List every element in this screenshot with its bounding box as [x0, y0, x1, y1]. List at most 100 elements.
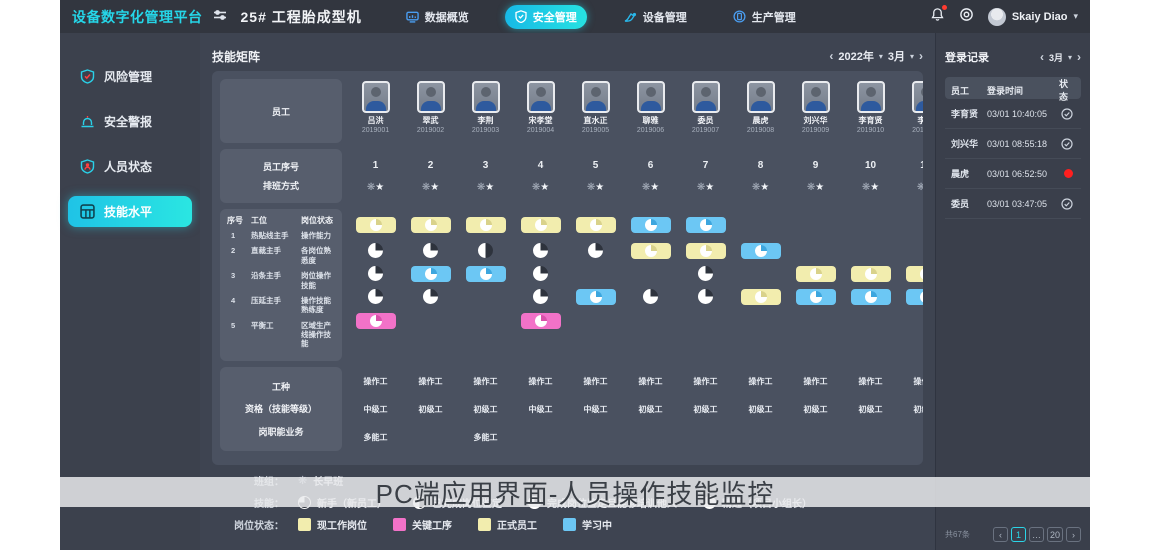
notification-bell-icon[interactable]	[930, 7, 945, 27]
matrix-cell[interactable]	[631, 217, 671, 233]
status-badge-yellow[interactable]	[576, 217, 616, 233]
matrix-cell[interactable]	[521, 217, 561, 233]
matrix-cell[interactable]	[576, 217, 616, 233]
next-month-arrow[interactable]: ›	[919, 49, 923, 63]
status-badge-pink[interactable]	[356, 313, 396, 329]
employee-avatar[interactable]	[527, 81, 555, 113]
skill-pie-icon[interactable]	[698, 266, 713, 281]
skill-pie-icon[interactable]	[533, 289, 548, 304]
skill-pie-icon[interactable]	[533, 266, 548, 281]
skill-pie-icon[interactable]	[368, 243, 383, 258]
status-badge-yellow[interactable]	[631, 243, 671, 259]
status-badge-blue[interactable]	[466, 266, 506, 282]
matrix-cell[interactable]	[356, 217, 396, 233]
matrix-cell[interactable]	[533, 289, 548, 304]
matrix-cell[interactable]	[698, 289, 713, 304]
matrix-cell[interactable]	[533, 266, 548, 281]
matrix-cell[interactable]	[356, 313, 396, 329]
page-button[interactable]: 1	[1011, 527, 1026, 542]
month-select[interactable]: 3月	[888, 48, 905, 64]
matrix-cell[interactable]	[906, 289, 924, 305]
status-badge-blue[interactable]	[411, 266, 451, 282]
nav-item-4[interactable]: 生产管理	[723, 5, 806, 29]
login-record-row[interactable]: 刘兴华03/01 08:55:18	[945, 129, 1081, 159]
status-badge-pink[interactable]	[521, 313, 561, 329]
matrix-cell[interactable]	[686, 217, 726, 233]
year-select[interactable]: 2022年	[838, 48, 873, 64]
matrix-cell[interactable]	[411, 266, 451, 282]
matrix-cell[interactable]	[643, 289, 658, 304]
sidebar-item-3[interactable]: 人员状态	[68, 151, 192, 182]
login-record-row[interactable]: 晨虎03/01 06:52:50	[945, 159, 1081, 189]
skill-pie-icon[interactable]	[643, 289, 658, 304]
employee-avatar[interactable]	[582, 81, 610, 113]
status-badge-yellow[interactable]	[411, 217, 451, 233]
nav-item-2[interactable]: 安全管理	[505, 5, 587, 29]
matrix-cell[interactable]	[906, 266, 924, 282]
month-select[interactable]: 3月	[1049, 51, 1063, 64]
skill-pie-icon[interactable]	[423, 243, 438, 258]
employee-avatar[interactable]	[362, 81, 390, 113]
matrix-cell[interactable]	[521, 313, 561, 329]
matrix-cell[interactable]	[411, 217, 451, 233]
status-badge-blue[interactable]	[686, 217, 726, 233]
employee-avatar[interactable]	[857, 81, 885, 113]
skill-pie-icon[interactable]	[368, 266, 383, 281]
login-record-row[interactable]: 委员03/01 03:47:05	[945, 189, 1081, 219]
status-badge-yellow[interactable]	[356, 217, 396, 233]
settings-gear-icon[interactable]	[959, 7, 974, 27]
matrix-cell[interactable]	[631, 243, 671, 259]
matrix-cell[interactable]	[686, 243, 726, 259]
prev-month-arrow[interactable]: ‹	[829, 49, 833, 63]
skill-pie-icon[interactable]	[533, 243, 548, 258]
status-badge-yellow[interactable]	[521, 217, 561, 233]
status-badge-blue[interactable]	[851, 289, 891, 305]
matrix-cell[interactable]	[478, 243, 493, 258]
nav-item-3[interactable]: 设备管理	[613, 5, 697, 29]
sidebar-item-1[interactable]: 风险管理	[68, 61, 192, 92]
sidebar-item-4[interactable]: 技能水平	[68, 196, 192, 227]
employee-avatar[interactable]	[417, 81, 445, 113]
status-badge-yellow[interactable]	[741, 289, 781, 305]
status-badge-blue[interactable]	[576, 289, 616, 305]
employee-avatar[interactable]	[912, 81, 924, 113]
matrix-cell[interactable]	[741, 289, 781, 305]
login-record-row[interactable]: 李育贤03/01 10:40:05	[945, 99, 1081, 129]
matrix-cell[interactable]	[466, 266, 506, 282]
page-button[interactable]: ‹	[993, 527, 1008, 542]
matrix-cell[interactable]	[741, 243, 781, 259]
status-badge-yellow[interactable]	[466, 217, 506, 233]
skill-pie-icon[interactable]	[368, 289, 383, 304]
skill-pie-icon[interactable]	[698, 289, 713, 304]
matrix-cell[interactable]	[698, 266, 713, 281]
matrix-cell[interactable]	[533, 243, 548, 258]
nav-item-1[interactable]: 数据概览	[396, 5, 479, 29]
skill-pie-icon[interactable]	[588, 243, 603, 258]
matrix-cell[interactable]	[423, 289, 438, 304]
matrix-cell[interactable]	[466, 217, 506, 233]
status-badge-blue[interactable]	[741, 243, 781, 259]
matrix-cell[interactable]	[576, 289, 616, 305]
collapse-menu-icon[interactable]	[213, 8, 227, 26]
status-badge-yellow[interactable]	[906, 266, 924, 282]
matrix-cell[interactable]	[588, 243, 603, 258]
status-badge-yellow[interactable]	[686, 243, 726, 259]
page-button[interactable]: 20	[1047, 527, 1063, 542]
matrix-cell[interactable]	[851, 289, 891, 305]
skill-pie-icon[interactable]	[423, 289, 438, 304]
skill-pie-icon[interactable]	[478, 243, 493, 258]
page-button[interactable]: …	[1029, 527, 1044, 542]
matrix-cell[interactable]	[368, 266, 383, 281]
sidebar-item-2[interactable]: 安全警报	[68, 106, 192, 137]
matrix-cell[interactable]	[423, 243, 438, 258]
status-badge-yellow[interactable]	[796, 266, 836, 282]
matrix-cell[interactable]	[851, 266, 891, 282]
employee-avatar[interactable]	[637, 81, 665, 113]
employee-avatar[interactable]	[802, 81, 830, 113]
matrix-cell[interactable]	[796, 266, 836, 282]
status-badge-blue[interactable]	[796, 289, 836, 305]
status-badge-blue[interactable]	[906, 289, 924, 305]
status-badge-blue[interactable]	[631, 217, 671, 233]
matrix-cell[interactable]	[368, 243, 383, 258]
next-month-arrow[interactable]: ›	[1077, 50, 1081, 64]
